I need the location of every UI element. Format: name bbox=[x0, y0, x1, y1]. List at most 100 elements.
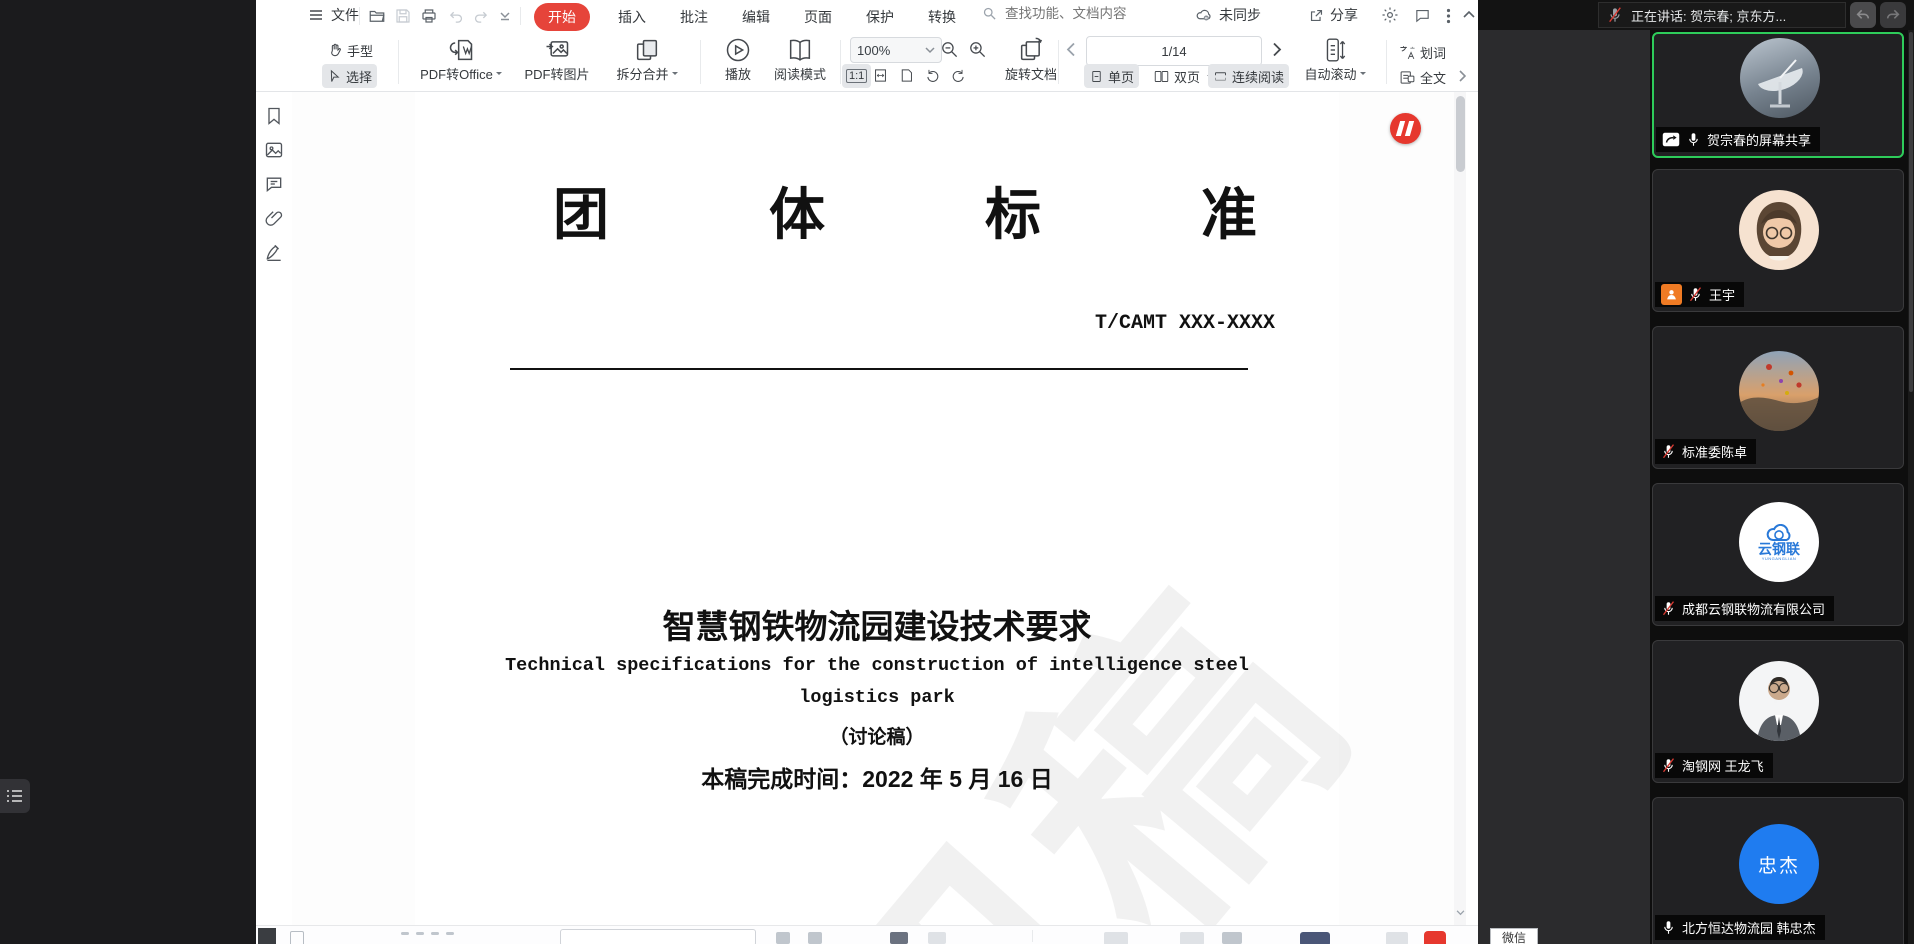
ribbon-overflow-chevron[interactable] bbox=[1458, 70, 1466, 82]
scroll-down-arrow[interactable] bbox=[1456, 910, 1465, 916]
hand-tool[interactable]: 手型 bbox=[322, 38, 378, 62]
bookmark-icon[interactable] bbox=[264, 106, 284, 126]
wps-red-badge[interactable] bbox=[1390, 113, 1421, 144]
avatar-satellite-dish bbox=[1740, 38, 1820, 118]
participant-name: 淘钢网 王龙飞 bbox=[1682, 756, 1764, 775]
page-indicator-input[interactable] bbox=[1086, 36, 1262, 66]
rotate-right-button[interactable] bbox=[950, 67, 967, 84]
collapse-ribbon-icon[interactable] bbox=[1462, 10, 1476, 19]
select-tool[interactable]: 选择 bbox=[322, 64, 377, 88]
full-translate-icon bbox=[1399, 69, 1416, 86]
word-translate-button[interactable]: 划词 bbox=[1394, 40, 1451, 64]
draft-note: （讨论稿） bbox=[415, 722, 1339, 749]
meeting-scrollbar-thumb[interactable] bbox=[1909, 32, 1913, 392]
dropdown-caret bbox=[1360, 72, 1366, 78]
document-canvas[interactable]: 初稿 团体标准 T/CAMT XXX-XXXX 智慧钢铁物流园建设技术要求 Te… bbox=[292, 92, 1466, 925]
titlebar: 文件 开始 插入 批注 编辑 页面 保 bbox=[256, 0, 1478, 32]
redo-button[interactable] bbox=[472, 8, 489, 25]
avatar-initials: 忠杰 bbox=[1739, 824, 1819, 904]
logo-text: 云钢联 bbox=[1758, 542, 1800, 556]
participant-tile[interactable]: 标准委陈卓 bbox=[1652, 326, 1904, 469]
participant-tile[interactable]: 王宇 bbox=[1652, 169, 1904, 312]
search-box[interactable] bbox=[982, 5, 1157, 22]
zoom-out-button[interactable] bbox=[940, 40, 959, 59]
pdf-to-office-button[interactable]: PDF转Office bbox=[418, 36, 504, 83]
search-input[interactable] bbox=[1003, 5, 1157, 22]
pdf-to-office-label: PDF转Office bbox=[420, 64, 493, 83]
split-merge-icon bbox=[633, 36, 661, 64]
avatar-illustrated-woman bbox=[1739, 190, 1819, 270]
actual-size-button[interactable]: 1:1 bbox=[842, 64, 871, 88]
participant-name: 贺宗春的屏幕共享 bbox=[1707, 130, 1811, 149]
screen: 文件 开始 插入 批注 编辑 页面 保 bbox=[0, 0, 1914, 944]
wps-taskbar-icon[interactable] bbox=[1424, 931, 1446, 944]
split-merge-button[interactable]: 拆分合并 bbox=[608, 36, 686, 83]
avatar-balloons-photo bbox=[1739, 351, 1819, 431]
signature-icon[interactable] bbox=[264, 242, 284, 262]
continuous-reading-label: 连续阅读 bbox=[1232, 67, 1284, 86]
floating-list-widget[interactable] bbox=[0, 779, 30, 813]
rotate-document-button[interactable]: 旋转文档 bbox=[998, 36, 1064, 83]
wps-pdf-window: 文件 开始 插入 批注 编辑 页面 保 bbox=[256, 0, 1478, 944]
one-to-one-label: 1:1 bbox=[846, 69, 867, 83]
standard-number: T/CAMT XXX-XXXX bbox=[855, 312, 1275, 335]
single-page-button[interactable]: 单页 bbox=[1084, 64, 1139, 88]
zoom-level-value: 100% bbox=[857, 43, 890, 58]
auto-scroll-icon bbox=[1322, 36, 1348, 64]
share-icon bbox=[1308, 7, 1325, 24]
book-icon bbox=[786, 36, 814, 64]
scrollbar-thumb[interactable] bbox=[1456, 96, 1465, 172]
play-button[interactable]: 播放 bbox=[712, 36, 764, 83]
file-menu[interactable]: 文件 bbox=[308, 5, 359, 25]
share-button[interactable]: 分享 bbox=[1308, 5, 1358, 25]
participant-tile[interactable]: 淘钢网 王龙飞 bbox=[1652, 640, 1904, 783]
participant-tile[interactable]: 贺宗春的屏幕共享 bbox=[1652, 32, 1904, 158]
rotate-left-button[interactable] bbox=[924, 67, 941, 84]
open-button[interactable] bbox=[368, 7, 386, 25]
speaking-banner-text: 正在讲话: 贺宗春; 京东方... bbox=[1631, 6, 1786, 25]
tab-edit[interactable]: 编辑 bbox=[736, 3, 776, 31]
fit-width-button[interactable] bbox=[872, 67, 889, 84]
settings-gear-icon[interactable] bbox=[1381, 6, 1399, 24]
prev-page-button[interactable] bbox=[1066, 42, 1076, 57]
auto-scroll-button[interactable]: 自动滚动 bbox=[1300, 36, 1370, 83]
chevron-down-icon bbox=[925, 47, 935, 54]
statusbar-page-icon[interactable] bbox=[290, 931, 304, 944]
chat-icon[interactable] bbox=[1414, 7, 1431, 24]
tab-protect[interactable]: 保护 bbox=[860, 3, 900, 31]
doc-title-en-2: logistics park bbox=[415, 687, 1339, 708]
tab-insert[interactable]: 插入 bbox=[612, 3, 652, 31]
more-options-icon[interactable] bbox=[1446, 8, 1451, 24]
participant-tile[interactable]: 忠杰 北方恒达物流园 韩忠杰 bbox=[1652, 797, 1904, 944]
attachment-icon[interactable] bbox=[264, 208, 284, 228]
logo-subtext: YUNGANGLIAN bbox=[1762, 556, 1797, 561]
word-translate-icon bbox=[1399, 44, 1416, 61]
reading-mode-button[interactable]: 阅读模式 bbox=[768, 36, 832, 83]
participant-tile[interactable]: 云钢联 YUNGANGLIAN 成都云钢联物流有限公司 bbox=[1652, 483, 1904, 626]
zoom-in-button[interactable] bbox=[968, 40, 987, 59]
overlay-logo-icon bbox=[1850, 2, 1876, 28]
tab-home[interactable]: 开始 bbox=[534, 3, 590, 31]
image-panel-icon[interactable] bbox=[264, 140, 284, 160]
tab-convert[interactable]: 转换 bbox=[922, 3, 962, 31]
statusbar-input[interactable] bbox=[560, 929, 756, 944]
fit-page-button[interactable] bbox=[898, 67, 915, 84]
save-button[interactable] bbox=[394, 7, 412, 25]
undo-button[interactable] bbox=[448, 8, 465, 25]
hand-icon bbox=[327, 42, 343, 58]
tab-comment[interactable]: 批注 bbox=[674, 3, 714, 31]
comment-panel-icon[interactable] bbox=[264, 174, 284, 194]
continuous-reading-button[interactable]: 连续阅读 bbox=[1208, 64, 1289, 88]
full-translate-button[interactable]: 全文 bbox=[1394, 65, 1451, 88]
toolbar-options-chevron[interactable] bbox=[499, 12, 511, 21]
dropdown-caret bbox=[496, 72, 502, 78]
tab-page[interactable]: 页面 bbox=[798, 3, 838, 31]
sync-status[interactable]: 未同步 bbox=[1194, 5, 1261, 25]
document-scrollbar[interactable] bbox=[1454, 92, 1466, 925]
zoom-level-dropdown[interactable]: 100% bbox=[850, 37, 942, 63]
pdf-to-image-button[interactable]: PDF转图片 bbox=[514, 36, 600, 83]
print-button[interactable] bbox=[420, 7, 438, 25]
next-page-button[interactable] bbox=[1272, 42, 1282, 57]
meeting-scrollbar[interactable] bbox=[1908, 30, 1914, 944]
rotate-pages-icon bbox=[1017, 36, 1045, 64]
